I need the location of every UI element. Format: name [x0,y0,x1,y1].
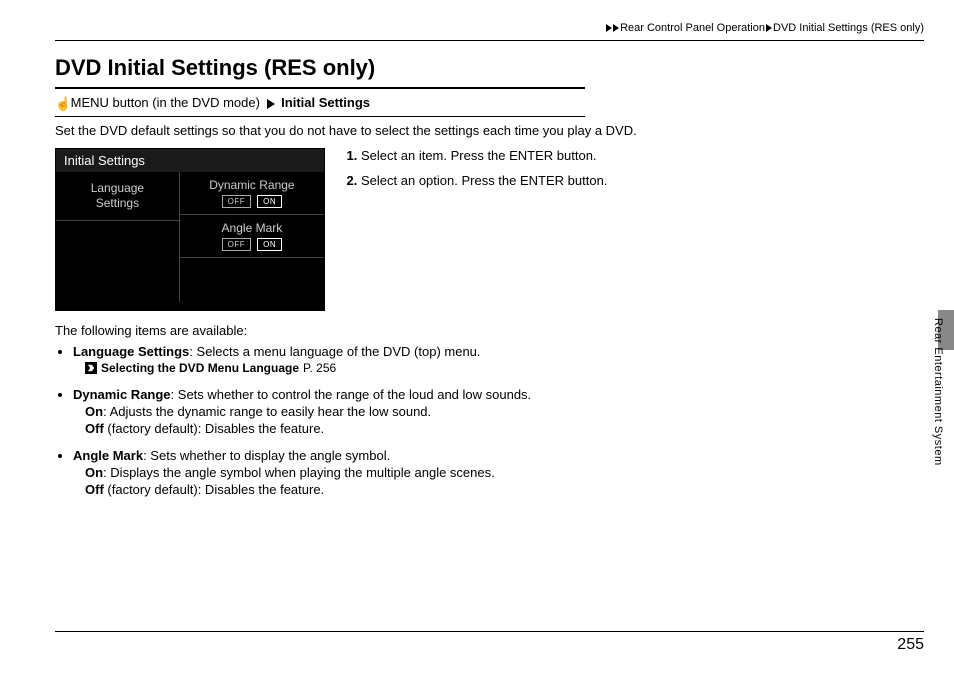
cross-reference: Selecting the DVD Menu Language P. 256 [85,361,924,375]
step-item: Select an item. Press the ENTER button. [361,148,607,163]
menu-divider [55,116,585,117]
menu-path: ☝ MENU button (in the DVD mode) Initial … [55,95,924,112]
breadcrumb-page: DVD Initial Settings (RES only) [773,22,924,34]
option-desc: (factory default): Disables the feature. [104,421,324,436]
page-title: DVD Initial Settings (RES only) [55,55,924,81]
ref-page: P. 256 [303,361,336,375]
breadcrumb-section: Rear Control Panel Operation [620,22,765,34]
list-item: Angle Mark: Sets whether to display the … [73,448,924,497]
hand-icon: ☝ [55,96,65,112]
option-label: On [85,465,103,480]
title-divider [55,87,585,89]
item-name: Language Settings [73,344,189,359]
screen-left-line1: Language [91,181,144,195]
breadcrumb-arrow-icon [606,24,612,32]
dvd-settings-screenshot: Initial Settings Language Settings Dynam… [55,148,325,311]
off-indicator: OFF [222,195,252,208]
list-item: Language Settings: Selects a menu langua… [73,344,924,375]
link-arrow-icon [85,362,97,374]
on-indicator: ON [257,238,282,251]
screen-left-item: Language Settings [56,172,179,221]
breadcrumb-arrow-icon [613,24,619,32]
item-desc: : Sets whether to control the range of t… [171,387,532,402]
menu-button-text: MENU button (in the DVD mode) [71,95,260,110]
play-arrow-icon [267,99,275,109]
screen-header: Initial Settings [56,149,324,172]
side-tab-label: Rear Entertainment System [932,318,944,466]
ref-text: Selecting the DVD Menu Language [101,361,299,375]
option-desc: : Displays the angle symbol when playing… [103,465,495,480]
option-desc: : Adjusts the dynamic range to easily he… [103,404,431,419]
screen-right-item: Angle Mark OFF ON [180,215,324,258]
following-heading: The following items are available: [55,323,924,338]
steps-list: Select an item. Press the ENTER button. … [345,148,607,198]
step-item: Select an option. Press the ENTER button… [361,173,607,188]
page-number: 255 [897,636,924,654]
footer-divider [55,631,924,632]
on-indicator: ON [257,195,282,208]
screen-right-label: Angle Mark [222,221,283,235]
sub-option: Off (factory default): Disables the feat… [85,482,924,497]
screen-left-line2: Settings [96,196,139,210]
breadcrumb-arrow-icon [766,24,772,32]
screen-right-item: Dynamic Range OFF ON [180,172,324,215]
screen-right-label: Dynamic Range [209,178,294,192]
breadcrumb: Rear Control Panel Operation DVD Initial … [55,22,924,41]
option-label: Off [85,421,104,436]
list-item: Dynamic Range: Sets whether to control t… [73,387,924,436]
sub-option: On: Adjusts the dynamic range to easily … [85,404,924,419]
item-name: Angle Mark [73,448,143,463]
item-name: Dynamic Range [73,387,171,402]
option-label: Off [85,482,104,497]
item-desc: : Selects a menu language of the DVD (to… [189,344,480,359]
available-items-list: Language Settings: Selects a menu langua… [55,344,924,497]
item-desc: : Sets whether to display the angle symb… [143,448,390,463]
sub-option: On: Displays the angle symbol when playi… [85,465,924,480]
sub-option: Off (factory default): Disables the feat… [85,421,924,436]
menu-target: Initial Settings [281,95,370,110]
option-label: On [85,404,103,419]
option-desc: (factory default): Disables the feature. [104,482,324,497]
intro-text: Set the DVD default settings so that you… [55,123,815,138]
off-indicator: OFF [222,238,252,251]
